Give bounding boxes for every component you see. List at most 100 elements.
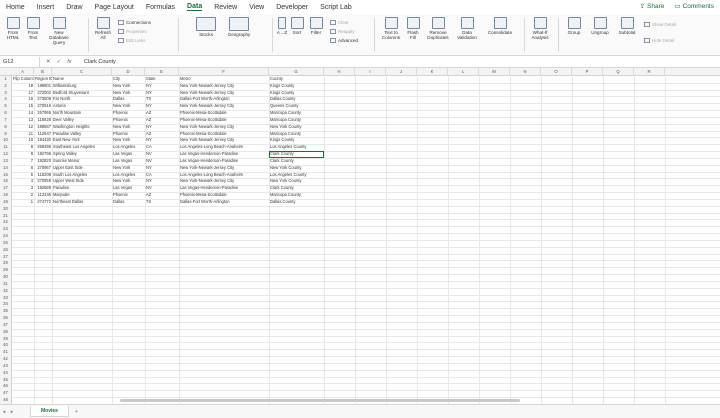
table-cell[interactable]: AZ: [145, 117, 179, 124]
header-cell[interactable]: County: [269, 76, 324, 83]
table-cell[interactable]: 13: [12, 117, 34, 124]
table-cell[interactable]: 8: [12, 151, 34, 158]
column-header-o[interactable]: O: [541, 68, 572, 76]
row-header[interactable]: 3: [0, 89, 12, 97]
table-cell[interactable]: Phoenix-Mesa-Scottsdale: [179, 131, 269, 138]
row-header[interactable]: 33: [0, 294, 12, 302]
table-cell[interactable]: Maricopa County: [269, 131, 324, 138]
table-cell[interactable]: 192796: [34, 151, 52, 158]
table-cell[interactable]: New York County: [269, 165, 324, 172]
hide-detail-button[interactable]: Hide Detail: [644, 38, 674, 43]
subtotal-button[interactable]: Subtotal: [615, 17, 639, 36]
table-cell[interactable]: Las Vegas: [112, 158, 145, 165]
table-cell[interactable]: 192689: [34, 185, 52, 192]
table-cell[interactable]: 2: [12, 192, 34, 199]
sort-az-button[interactable]: A→Z: [276, 17, 288, 36]
table-cell[interactable]: Phoenix: [112, 117, 145, 124]
tab-script-lab[interactable]: Script Lab: [320, 4, 352, 11]
table-cell[interactable]: Los Angeles County: [269, 172, 324, 179]
row-header[interactable]: 19: [0, 198, 12, 206]
table-cell[interactable]: Los Angeles County: [269, 144, 324, 151]
column-header-e[interactable]: E: [145, 68, 179, 76]
table-cell[interactable]: Kings County: [269, 137, 324, 144]
table-cell[interactable]: 12: [12, 124, 34, 131]
table-cell[interactable]: 199801: [34, 83, 52, 90]
table-cell[interactable]: 7: [12, 158, 34, 165]
from-html-button[interactable]: From HTML: [4, 17, 22, 41]
table-cell[interactable]: 194430: [34, 137, 52, 144]
table-cell[interactable]: Los Angeles-Long Beach-Anaheim: [179, 144, 269, 151]
row-header[interactable]: 35: [0, 308, 12, 316]
row-header[interactable]: 11: [0, 144, 12, 152]
table-cell[interactable]: Williamsburg: [52, 83, 112, 90]
column-header-c[interactable]: C: [52, 68, 112, 76]
table-cell[interactable]: Las Vegas-Henderson-Paradise: [179, 158, 269, 165]
row-header[interactable]: 20: [0, 205, 12, 213]
share-button[interactable]: ⇪ Share: [640, 2, 665, 11]
formula-input[interactable]: Clark County: [80, 59, 116, 65]
table-cell[interactable]: 115828: [34, 117, 52, 124]
row-header[interactable]: 21: [0, 212, 12, 220]
table-cell[interactable]: 118208: [34, 172, 52, 179]
row-header[interactable]: 22: [0, 219, 12, 227]
table-cell[interactable]: 16: [12, 96, 34, 103]
row-header[interactable]: 26: [0, 246, 12, 254]
header-cell[interactable]: Region ID: [34, 76, 52, 83]
table-cell[interactable]: 4: [12, 178, 34, 185]
tab-insert[interactable]: Insert: [37, 4, 55, 11]
table-cell[interactable]: 11: [12, 131, 34, 138]
table-cell[interactable]: 3: [12, 185, 34, 192]
row-header[interactable]: 46: [0, 383, 12, 391]
column-header-r[interactable]: R: [634, 68, 665, 76]
connections-button[interactable]: Connections: [118, 20, 151, 25]
table-cell[interactable]: 274772: [34, 199, 52, 206]
tab-formulas[interactable]: Formulas: [146, 4, 175, 11]
row-header[interactable]: 4: [0, 96, 12, 104]
table-cell[interactable]: Dallas: [112, 199, 145, 206]
row-header[interactable]: 12: [0, 151, 12, 158]
row-header[interactable]: 6: [0, 110, 12, 117]
table-cell[interactable]: Las Vegas: [112, 151, 145, 158]
table-cell[interactable]: Las Vegas: [112, 185, 145, 192]
table-cell[interactable]: AZ: [145, 131, 179, 138]
add-sheet-button[interactable]: +: [75, 409, 78, 415]
row-header[interactable]: 17: [0, 185, 12, 193]
tab-data[interactable]: Data: [187, 3, 203, 11]
table-cell[interactable]: Phoenix-Mesa-Scottsdale: [179, 117, 269, 124]
from-text-button[interactable]: From Text: [25, 17, 41, 41]
column-header-h[interactable]: H: [324, 68, 355, 76]
table-cell[interactable]: Las Vegas-Henderson-Paradise: [179, 185, 269, 192]
refresh-all-button[interactable]: Refresh All: [92, 17, 114, 41]
sheet-tab-movies[interactable]: Movies: [30, 406, 69, 417]
comments-button[interactable]: ▭ Comments: [674, 2, 714, 11]
properties-button[interactable]: Properties: [118, 29, 147, 34]
table-cell[interactable]: Phoenix: [112, 192, 145, 199]
row-header[interactable]: 15: [0, 171, 12, 179]
table-cell[interactable]: New York: [112, 90, 145, 97]
table-cell[interactable]: Northeast Dallas: [52, 199, 112, 206]
table-cell[interactable]: 9: [12, 144, 34, 151]
table-cell[interactable]: New York: [112, 103, 145, 110]
advanced-filter-button[interactable]: Advanced: [330, 38, 358, 43]
row-header[interactable]: 48: [0, 397, 12, 404]
row-header[interactable]: 42: [0, 356, 12, 363]
header-cell[interactable]: Flip Column: [12, 76, 34, 83]
name-box[interactable]: G12: [0, 57, 40, 67]
row-header[interactable]: 43: [0, 362, 12, 370]
row-header[interactable]: 47: [0, 390, 12, 397]
table-cell[interactable]: Phoenix-Mesa-Scottsdale: [179, 110, 269, 117]
edit-links-button[interactable]: Edit Links: [118, 38, 146, 43]
table-cell[interactable]: Spring Valley: [52, 151, 112, 158]
row-header[interactable]: 2: [0, 82, 12, 90]
table-cell[interactable]: Clark County: [269, 158, 324, 165]
group-button[interactable]: Group: [564, 17, 584, 36]
row-header[interactable]: 28: [0, 260, 12, 268]
table-cell[interactable]: 270957: [34, 165, 52, 172]
table-cell[interactable]: 272002: [34, 90, 52, 97]
tab-draw[interactable]: Draw: [66, 4, 82, 11]
column-header-g[interactable]: G: [269, 68, 324, 76]
table-cell[interactable]: Maryvale: [52, 192, 112, 199]
table-cell[interactable]: New York: [112, 124, 145, 131]
clear-button[interactable]: Clear: [330, 20, 349, 25]
table-cell[interactable]: 268496: [34, 144, 52, 151]
